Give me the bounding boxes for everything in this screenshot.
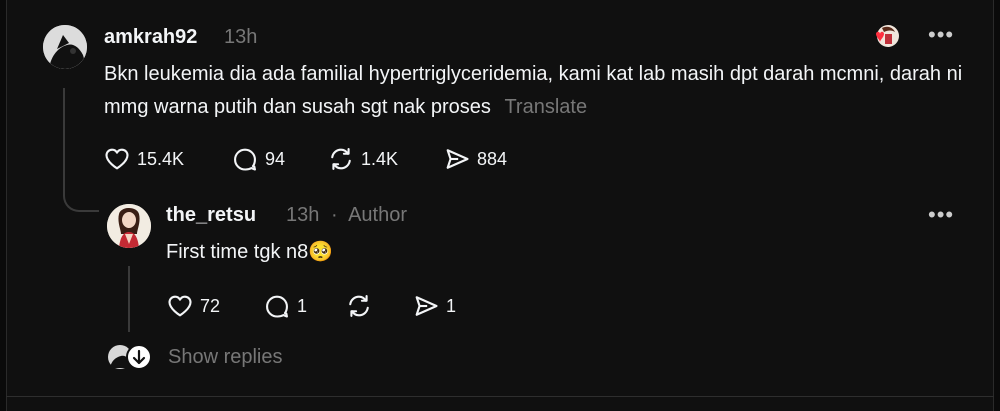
avatar-amkrah92[interactable] — [43, 25, 87, 69]
reply-like-button[interactable]: 72 — [166, 292, 220, 320]
reply-share-count: 1 — [446, 295, 457, 316]
share-icon — [446, 149, 469, 169]
avatar-the-retsu[interactable] — [107, 204, 151, 248]
repost-icon — [331, 148, 351, 170]
show-replies-link[interactable]: Show replies — [168, 346, 283, 369]
repost-icon — [349, 295, 369, 317]
post-body: Bkn leukemia dia ada familial hypertrigl… — [104, 58, 964, 124]
reply-preview-avatars[interactable] — [107, 344, 153, 370]
share-icon — [415, 296, 438, 316]
post-username[interactable]: amkrah92 — [104, 26, 197, 49]
post-timestamp: 13h — [224, 26, 258, 48]
meta-separator: · — [330, 204, 338, 226]
comment-icon — [234, 148, 256, 171]
reply-repost-button[interactable] — [345, 292, 373, 320]
reply-share-button[interactable]: 1 — [412, 292, 456, 320]
repost-button[interactable]: 1.4K — [327, 145, 398, 173]
reply-text: First time tgk n8🥺 — [166, 241, 334, 263]
reply-meta: 13h · Author — [286, 204, 407, 227]
liked-by-avatar[interactable] — [868, 24, 900, 48]
post-more-icon[interactable]: ••• — [928, 22, 954, 48]
comment-icon — [266, 295, 288, 318]
reply-thread-line — [128, 266, 130, 332]
heart-icon — [105, 148, 129, 170]
share-count: 884 — [477, 148, 508, 169]
like-button[interactable]: 15.4K — [103, 145, 184, 173]
reply-comment-button[interactable]: 1 — [263, 292, 307, 320]
repost-count: 1.4K — [361, 148, 399, 169]
heart-icon — [168, 295, 192, 317]
like-count: 15.4K — [137, 148, 185, 169]
author-badge: Author — [348, 204, 407, 226]
translate-link[interactable]: Translate — [504, 96, 587, 118]
thread-line — [63, 88, 65, 162]
reply-username[interactable]: the_retsu — [166, 204, 256, 227]
reply-reply-count: 1 — [297, 295, 308, 316]
comment-button[interactable]: 94 — [231, 145, 285, 173]
divider — [6, 396, 994, 397]
share-button[interactable]: 884 — [443, 145, 507, 173]
liked-by-heart-icon — [876, 25, 899, 47]
reply-count: 94 — [265, 148, 286, 169]
reply-timestamp: 13h — [286, 204, 320, 226]
reply-like-count: 72 — [200, 295, 221, 316]
reply-more-icon[interactable]: ••• — [928, 202, 954, 228]
thread-curve — [63, 160, 99, 212]
